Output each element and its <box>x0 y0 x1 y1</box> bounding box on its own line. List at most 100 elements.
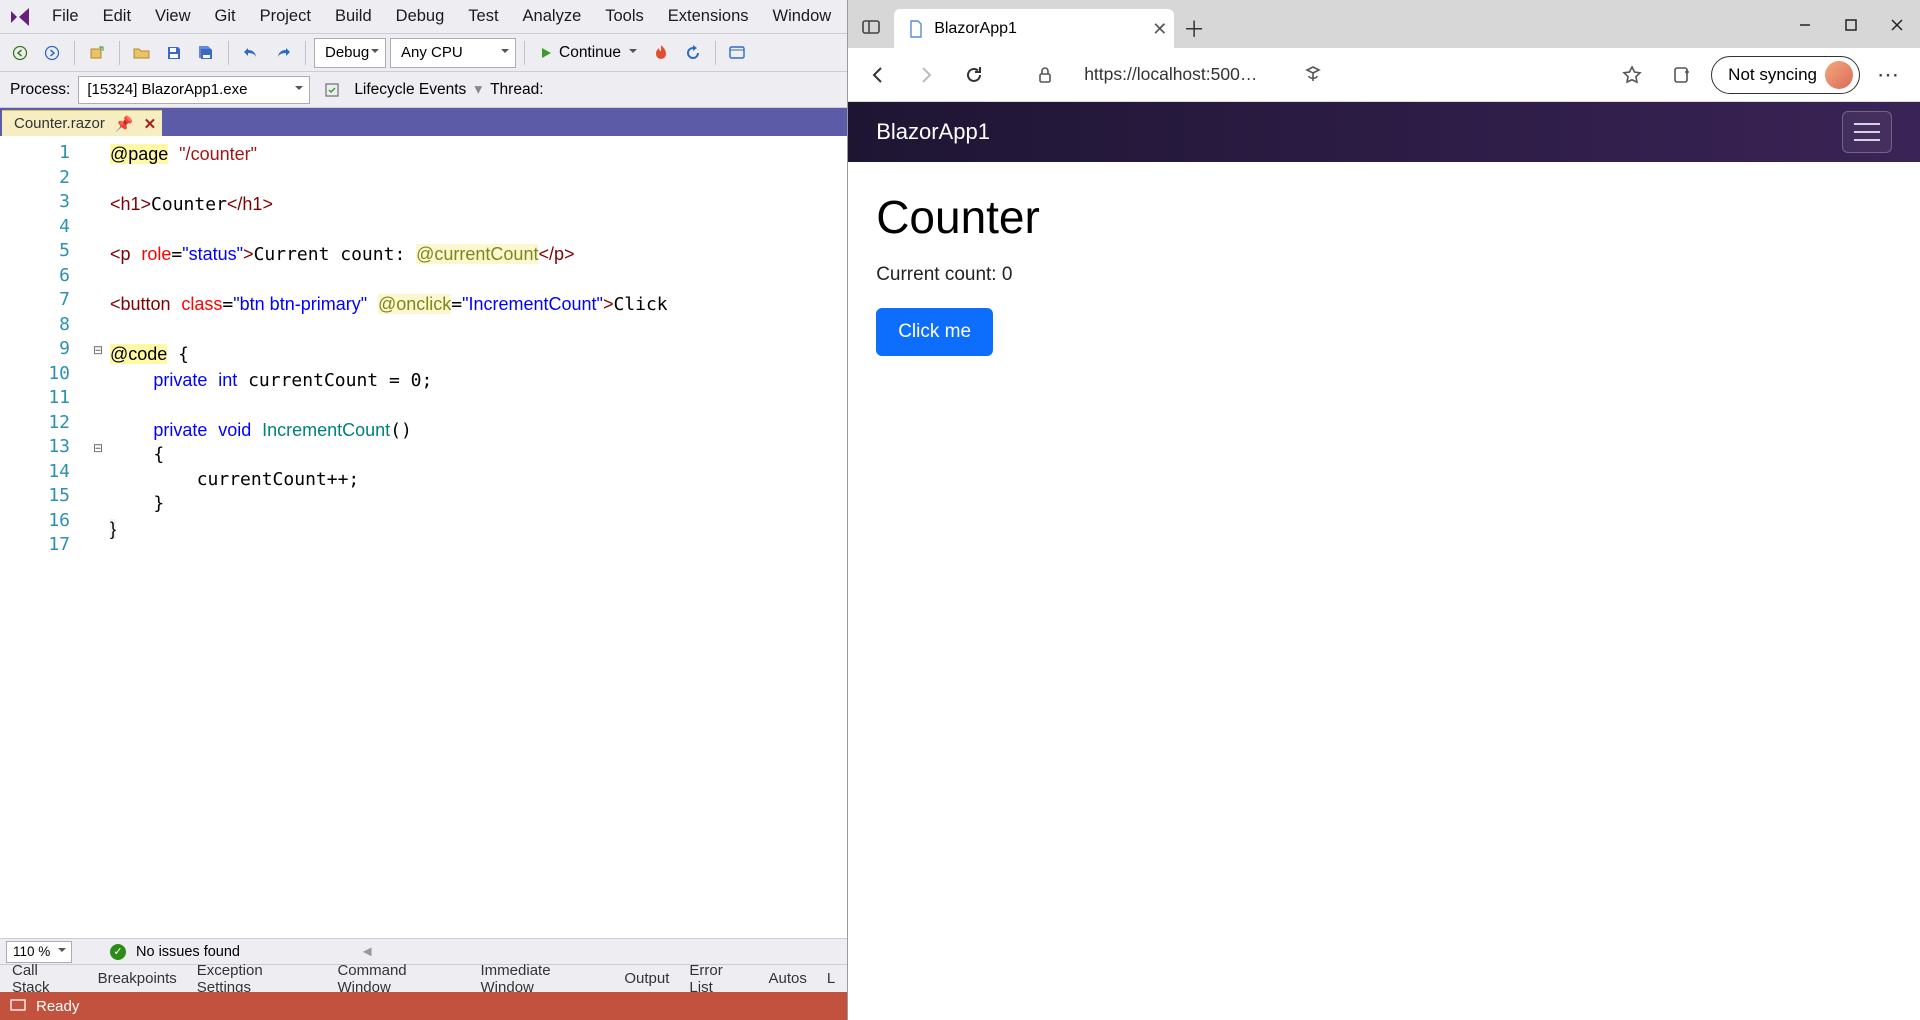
config-dropdown[interactable]: Debug <box>314 38 386 68</box>
avatar-icon <box>1825 61 1853 89</box>
more-icon[interactable]: ⋯ <box>1868 54 1910 96</box>
fold-toggle[interactable]: ⊟ <box>88 436 108 461</box>
close-window-icon[interactable] <box>1874 2 1920 48</box>
platform-dropdown[interactable]: Any CPU <box>390 38 516 68</box>
status-text: Ready <box>36 998 79 1015</box>
line-number: 4 <box>0 216 88 241</box>
site-info-icon[interactable] <box>1024 54 1066 96</box>
vs-statusbar: Ready <box>0 992 847 1020</box>
line-number: 14 <box>0 461 88 486</box>
continue-label: Continue <box>559 44 621 62</box>
tab-breakpoints[interactable]: Breakpoints <box>88 966 187 991</box>
new-tab-button[interactable]: ＋ <box>1174 8 1214 48</box>
address-bar[interactable]: https://localhost:500… <box>1074 56 1284 94</box>
hot-reload-icon[interactable] <box>647 39 675 67</box>
tab-autos[interactable]: Autos <box>758 966 816 991</box>
page-content: BlazorApp1 Counter Current count: 0 Clic… <box>848 102 1920 1020</box>
line-number: 13 <box>0 436 88 461</box>
menu-extensions[interactable]: Extensions <box>656 3 761 30</box>
open-file-icon[interactable] <box>128 39 156 67</box>
code-editor[interactable]: 1 2 3 4 5 6 7 8 9 10 11 12 13 14 15 16 1… <box>0 136 847 938</box>
line-number: 5 <box>0 240 88 265</box>
forward-button <box>906 55 946 95</box>
menu-test[interactable]: Test <box>456 3 510 30</box>
close-tab-icon[interactable]: ✕ <box>1152 23 1164 35</box>
line-number: 15 <box>0 485 88 510</box>
menu-build[interactable]: Build <box>323 3 384 30</box>
pin-icon[interactable]: 📌 <box>115 115 134 133</box>
tab-title: Counter.razor <box>14 115 105 132</box>
menu-tools[interactable]: Tools <box>593 3 656 30</box>
menu-view[interactable]: View <box>143 3 202 30</box>
counter-status: Current count: 0 <box>876 264 1892 286</box>
sync-button[interactable]: Not syncing <box>1711 56 1860 94</box>
fold-gutter: ⊟ ⊟ <box>88 136 108 938</box>
line-number: 2 <box>0 167 88 192</box>
vs-menubar: File Edit View Git Project Build Debug T… <box>0 0 847 34</box>
line-number: 11 <box>0 387 88 412</box>
new-project-icon[interactable] <box>83 39 111 67</box>
line-number: 16 <box>0 510 88 535</box>
code-content[interactable]: @page "/counter" <h1>Counter</h1> <p rol… <box>108 136 847 938</box>
status-icon <box>10 999 26 1013</box>
sync-label: Not syncing <box>1728 65 1817 85</box>
browser-titlebar: BlazorApp1 ✕ ＋ <box>848 0 1920 48</box>
thread-label: Thread: <box>490 81 543 99</box>
zoom-dropdown[interactable]: 110 % <box>6 941 72 963</box>
collections-icon[interactable] <box>1661 54 1703 96</box>
menu-debug[interactable]: Debug <box>384 3 457 30</box>
minimize-icon[interactable] <box>1782 2 1828 48</box>
favorites-icon[interactable] <box>1611 54 1653 96</box>
close-tab-icon[interactable]: ✕ <box>144 115 157 133</box>
line-number: 7 <box>0 289 88 314</box>
menu-git[interactable]: Git <box>203 3 248 30</box>
back-button[interactable] <box>858 55 898 95</box>
refresh-button[interactable] <box>954 55 994 95</box>
app-brand: BlazorApp1 <box>876 119 990 145</box>
editor-tab-counter[interactable]: Counter.razor 📌 ✕ <box>2 110 162 136</box>
play-icon <box>539 46 553 60</box>
save-icon[interactable] <box>160 39 188 67</box>
lifecycle-label: Lifecycle Events <box>354 81 466 99</box>
bottom-panel-tabs: Call Stack Breakpoints Exception Setting… <box>0 964 847 992</box>
url-text: https://localhost:500… <box>1084 64 1257 85</box>
line-number: 8 <box>0 314 88 339</box>
redo-icon[interactable] <box>269 39 297 67</box>
line-number: 9 <box>0 338 88 363</box>
line-gutter: 1 2 3 4 5 6 7 8 9 10 11 12 13 14 15 16 1… <box>0 136 88 938</box>
menu-edit[interactable]: Edit <box>91 3 143 30</box>
tab-output[interactable]: Output <box>614 966 679 991</box>
vs-logo-icon <box>6 3 34 31</box>
line-number: 10 <box>0 363 88 388</box>
menu-file[interactable]: File <box>40 3 91 30</box>
nav-back-icon[interactable] <box>6 39 34 67</box>
menu-project[interactable]: Project <box>248 3 323 30</box>
undo-icon[interactable] <box>237 39 265 67</box>
vs-debugbar: Process: [15324] BlazorApp1.exe Lifecycl… <box>0 72 847 108</box>
tab-actions-icon[interactable] <box>848 6 894 48</box>
vs-toolbar: Debug Any CPU Continue <box>0 34 847 72</box>
read-aloud-icon[interactable] <box>1292 54 1334 96</box>
click-me-button[interactable]: Click me <box>876 308 993 356</box>
continue-button[interactable]: Continue <box>533 38 643 68</box>
browser-tab[interactable]: BlazorApp1 ✕ <box>894 9 1174 49</box>
lifecycle-icon[interactable] <box>318 76 346 104</box>
line-number: 12 <box>0 412 88 437</box>
fold-toggle[interactable]: ⊟ <box>88 338 108 363</box>
browser-link-icon[interactable] <box>724 39 752 67</box>
tab-locals-truncated[interactable]: L <box>817 966 845 991</box>
line-number: 1 <box>0 142 88 167</box>
nav-fwd-icon[interactable] <box>38 39 66 67</box>
hamburger-button[interactable] <box>1842 111 1892 153</box>
maximize-icon[interactable] <box>1828 2 1874 48</box>
page-icon <box>908 20 924 38</box>
line-number: 3 <box>0 191 88 216</box>
browser-window: BlazorApp1 ✕ ＋ <box>847 0 1920 1020</box>
app-navbar: BlazorApp1 <box>848 102 1920 162</box>
restart-icon[interactable] <box>679 39 707 67</box>
vs-tabbar: Counter.razor 📌 ✕ <box>0 108 847 136</box>
menu-analyze[interactable]: Analyze <box>511 3 594 30</box>
process-dropdown[interactable]: [15324] BlazorApp1.exe <box>78 76 310 104</box>
save-all-icon[interactable] <box>192 39 220 67</box>
menu-window[interactable]: Window <box>761 3 844 30</box>
